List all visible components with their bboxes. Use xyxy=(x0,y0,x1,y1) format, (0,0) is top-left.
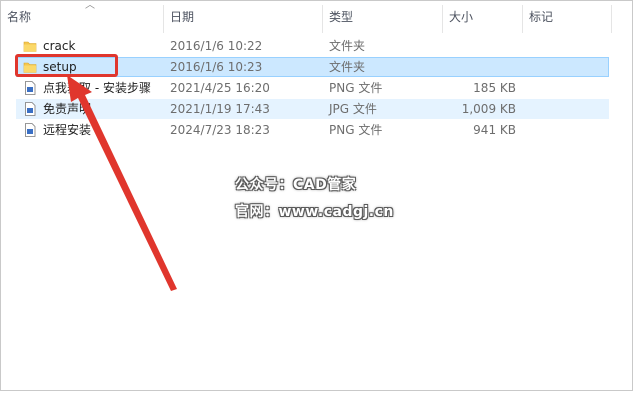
file-size xyxy=(448,57,516,77)
watermark-line-2: 官网：www.cadgj.cn xyxy=(235,204,394,220)
column-header-tags-label: 标记 xyxy=(529,10,554,24)
column-separator[interactable] xyxy=(611,5,612,33)
file-type: 文件夹 xyxy=(329,39,366,53)
file-date: 2021/4/25 16:20 xyxy=(170,81,270,95)
column-header-size[interactable]: 大小 xyxy=(443,1,522,33)
highlight-annotation-box xyxy=(15,54,118,77)
file-row[interactable]: 远程安装 2024/7/23 18:23 PNG 文件 941 KB xyxy=(16,120,609,140)
image-file-icon xyxy=(23,81,37,95)
column-header-type-label: 类型 xyxy=(329,10,354,24)
column-header-tags[interactable]: 标记 xyxy=(523,1,611,33)
file-size: 941 KB xyxy=(473,123,516,137)
file-name: 远程安装 xyxy=(43,123,92,137)
file-size: 185 KB xyxy=(473,81,516,95)
file-type: PNG 文件 xyxy=(329,123,383,137)
file-type: JPG 文件 xyxy=(329,102,377,116)
column-header-name[interactable]: 名称 xyxy=(1,1,163,33)
column-header-date-label: 日期 xyxy=(170,10,195,24)
explorer-file-list: ︿ 名称 日期 类型 大小 标记 crack 2016/1/6 10:22 文件… xyxy=(0,0,633,391)
file-date: 2024/7/23 18:23 xyxy=(170,123,270,137)
column-header-row: ︿ 名称 日期 类型 大小 标记 xyxy=(1,1,635,33)
column-header-name-label: 名称 xyxy=(7,10,32,24)
column-header-type[interactable]: 类型 xyxy=(323,1,442,33)
file-name: 免责声明 xyxy=(43,102,92,116)
file-date: 2016/1/6 10:23 xyxy=(170,60,263,74)
file-type: 文件夹 xyxy=(329,60,366,74)
folder-icon xyxy=(23,39,37,53)
file-row[interactable]: crack 2016/1/6 10:22 文件夹 xyxy=(16,36,609,56)
file-row-hover[interactable]: 免责声明 2021/1/19 17:43 JPG 文件 1,009 KB xyxy=(16,99,609,119)
watermark-line-1: 公众号：CAD管家 xyxy=(235,177,357,193)
file-name: crack xyxy=(43,39,76,53)
image-file-icon xyxy=(23,123,37,137)
file-date: 2021/1/19 17:43 xyxy=(170,102,270,116)
file-size: 1,009 KB xyxy=(461,102,516,116)
file-size xyxy=(448,36,516,56)
file-name: 点我获取 - 安装步骤 xyxy=(43,81,151,95)
column-header-size-label: 大小 xyxy=(449,10,474,24)
column-header-date[interactable]: 日期 xyxy=(164,1,322,33)
image-file-icon xyxy=(23,102,37,116)
file-row[interactable]: 点我获取 - 安装步骤 2021/4/25 16:20 PNG 文件 185 K… xyxy=(16,78,609,98)
file-type: PNG 文件 xyxy=(329,81,383,95)
file-date: 2016/1/6 10:22 xyxy=(170,39,263,53)
